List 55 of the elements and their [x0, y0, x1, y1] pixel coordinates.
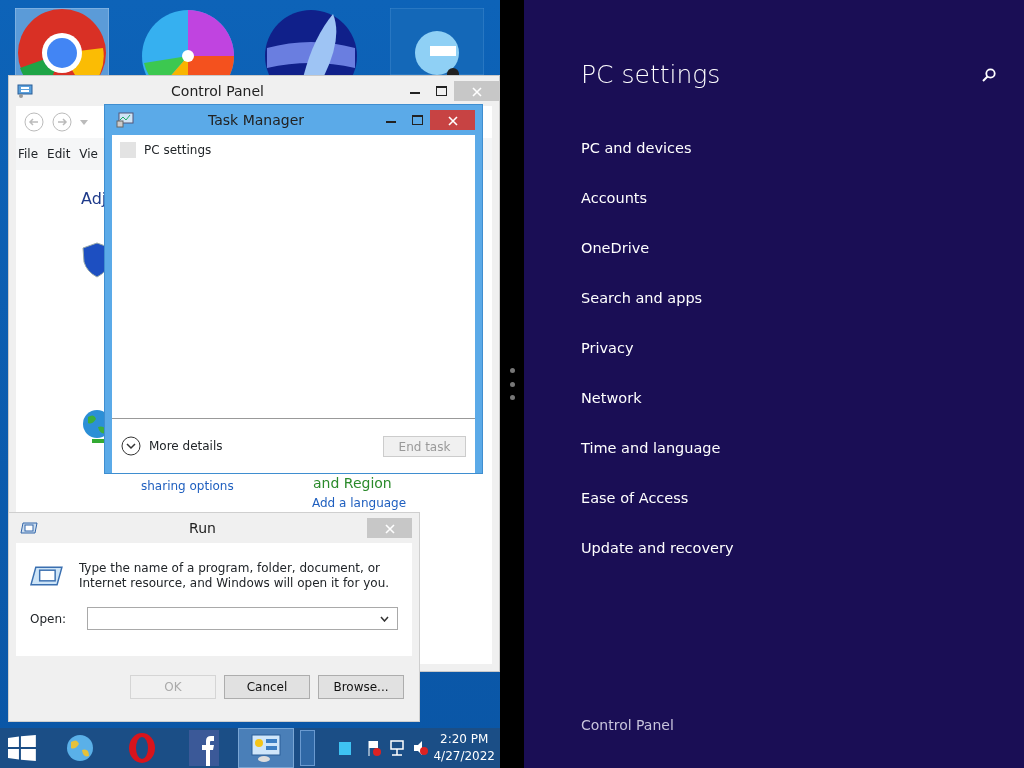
- network-icon[interactable]: [388, 740, 405, 756]
- app-icon: [120, 142, 136, 158]
- start-button[interactable]: [8, 735, 36, 761]
- show-hidden-icons-button[interactable]: [299, 730, 315, 766]
- settings-item[interactable]: Accounts: [581, 187, 996, 238]
- taskbar-control-panel-button[interactable]: [237, 728, 294, 768]
- settings-item[interactable]: Ease of Access: [581, 487, 996, 538]
- run-icon: [30, 565, 63, 587]
- close-icon: [471, 87, 482, 97]
- maximize-icon: [411, 115, 423, 125]
- search-icon[interactable]: [982, 67, 996, 82]
- menu-item[interactable]: Edit: [47, 145, 71, 163]
- window-title: Control Panel: [170, 81, 265, 101]
- split-handle[interactable]: [508, 368, 516, 400]
- clock-date[interactable]: 4/27/2022: [428, 748, 500, 765]
- footer-link[interactable]: Control Panel: [581, 715, 996, 736]
- settings-item[interactable]: Time and language: [581, 437, 996, 488]
- clock-time[interactable]: 2:20 PM: [428, 731, 500, 748]
- run-icon: [20, 522, 38, 534]
- instruction-text: Type the name of a program, folder, document, or Internet resource, and Windows will open it for you.: [78, 561, 391, 591]
- maximize-icon: [435, 86, 447, 96]
- flag-icon[interactable]: [366, 740, 381, 756]
- dialog-button[interactable]: Browse...: [318, 675, 404, 699]
- close-icon: [384, 524, 395, 534]
- facebook-icon: [188, 730, 219, 766]
- more-details-link[interactable]: More details: [149, 437, 223, 455]
- opera-icon: [126, 732, 157, 764]
- settings-item[interactable]: Network: [581, 387, 996, 438]
- settings-item[interactable]: OneDrive: [581, 237, 996, 288]
- app-row[interactable]: PC settings: [120, 141, 467, 159]
- settings-item[interactable]: Update and recovery: [581, 537, 996, 588]
- menu-item[interactable]: File: [18, 145, 39, 163]
- window-icon[interactable]: [338, 741, 351, 755]
- settings-item[interactable]: Privacy: [581, 337, 996, 388]
- task-manager-icon: [116, 112, 134, 128]
- settings-item[interactable]: Search and apps: [581, 287, 996, 338]
- page-title: PC settings: [581, 59, 721, 91]
- app-icon[interactable]: [390, 8, 484, 75]
- chrome-icon[interactable]: [15, 8, 109, 76]
- app-name: PC settings: [144, 142, 212, 159]
- dialog-button[interactable]: Cancel: [224, 675, 310, 699]
- control-panel-icon: [249, 733, 282, 763]
- window-title: Run: [188, 518, 217, 538]
- speaker-icon[interactable]: [412, 740, 429, 756]
- control-panel-icon: [17, 84, 33, 98]
- field-label: Open:: [30, 610, 68, 628]
- link[interactable]: sharing options: [141, 477, 234, 495]
- close-icon: [447, 116, 458, 126]
- menu-item[interactable]: Vie: [79, 145, 98, 163]
- window-title: Task Manager: [207, 110, 305, 130]
- category-title: and Region: [313, 475, 392, 492]
- link[interactable]: Add a language: [312, 494, 407, 512]
- globe-icon: [64, 733, 95, 763]
- settings-item[interactable]: PC and devices: [581, 137, 996, 188]
- expand-icon[interactable]: [121, 436, 141, 456]
